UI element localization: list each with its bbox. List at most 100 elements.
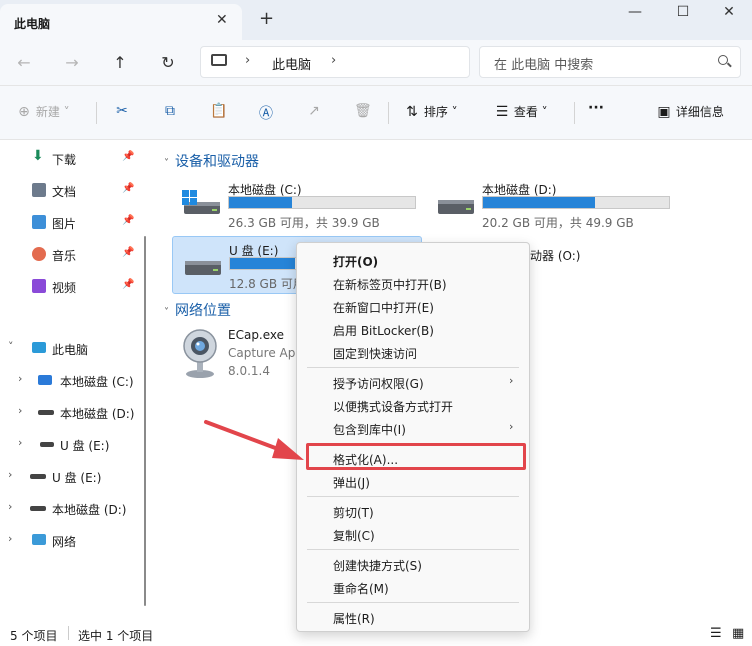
sidebar-item-label: U 盘 (E:) bbox=[60, 439, 110, 453]
sidebar-item-documents[interactable]: 文档 📌 bbox=[0, 178, 140, 202]
close-window-button[interactable]: ✕ bbox=[706, 4, 752, 24]
drive-usage-fill bbox=[229, 197, 293, 208]
menu-item-properties[interactable]: 属性(R) bbox=[297, 606, 529, 628]
menu-item-open-new-tab[interactable]: 在新标签页中打开(B) bbox=[297, 272, 529, 294]
menu-item-label: 创建快捷方式(S) bbox=[333, 559, 422, 573]
delete-icon[interactable]: 🗑 bbox=[354, 103, 372, 123]
chevron-down-icon: ˅ bbox=[63, 105, 70, 119]
navigation-pane: ⬇ 下载 📌 文档 📌 图片 📌 音乐 📌 视频 📌 ˅ 此电脑 › 本地磁盘 … bbox=[0, 140, 146, 622]
new-button[interactable]: ⊕ 新建 ˅ bbox=[16, 103, 70, 123]
new-tab-button[interactable]: + bbox=[259, 10, 274, 28]
view-button[interactable]: ☰ 查看 ˅ bbox=[494, 103, 548, 123]
sidebar-item-drive-c[interactable]: › 本地磁盘 (C:) bbox=[0, 368, 140, 392]
chevron-down-icon: ˅ bbox=[451, 105, 458, 119]
menu-item-rename[interactable]: 重命名(M) bbox=[297, 576, 529, 598]
chevron-right-icon[interactable]: › bbox=[8, 500, 12, 513]
document-icon bbox=[32, 183, 46, 197]
paste-icon[interactable]: 📋 bbox=[210, 103, 227, 123]
computer-icon bbox=[211, 54, 227, 66]
menu-item-bitlocker[interactable]: 启用 BitLocker(B) bbox=[297, 318, 529, 340]
sidebar-item-network[interactable]: › 网络 bbox=[0, 528, 140, 552]
sidebar-item-music[interactable]: 音乐 📌 bbox=[0, 242, 140, 266]
details-button[interactable]: ▣ 详细信息 bbox=[656, 103, 723, 123]
sidebar-item-videos[interactable]: 视频 📌 bbox=[0, 274, 140, 298]
drive-tile-d[interactable]: 本地磁盘 (D:) 20.2 GB 可用，共 49.9 GB bbox=[426, 176, 676, 234]
windows-drive-icon bbox=[38, 375, 52, 385]
webcam-icon bbox=[183, 329, 217, 378]
sidebar-item-usb-e[interactable]: › U 盘 (E:) bbox=[0, 432, 140, 456]
breadcrumb-separator[interactable]: › bbox=[331, 53, 336, 68]
menu-separator bbox=[307, 367, 519, 368]
pin-icon: 📌 bbox=[122, 279, 135, 290]
rename-icon[interactable]: Ⓐ bbox=[258, 103, 274, 123]
sort-icon: ⇅ bbox=[406, 104, 418, 120]
cut-icon[interactable]: ✂ bbox=[114, 103, 130, 123]
menu-item-label: 固定到快速访问 bbox=[333, 347, 418, 361]
menu-item-cut[interactable]: 剪切(T) bbox=[297, 500, 529, 522]
menu-item-label: 重命名(M) bbox=[333, 582, 389, 596]
drive-space-info: 20.2 GB 可用，共 49.9 GB bbox=[482, 216, 634, 230]
menu-item-label: 在新标签页中打开(B) bbox=[333, 278, 447, 292]
sort-button[interactable]: ⇅ 排序 ˅ bbox=[404, 103, 458, 123]
back-button[interactable]: ← bbox=[12, 52, 36, 74]
chevron-down-icon: ˅ bbox=[164, 307, 169, 318]
up-button[interactable]: ↑ bbox=[108, 52, 132, 74]
chevron-right-icon[interactable]: › bbox=[18, 404, 22, 417]
sidebar-item-label: 文档 bbox=[52, 185, 77, 199]
refresh-button[interactable]: ↻ bbox=[156, 52, 180, 74]
sidebar-item-pictures[interactable]: 图片 📌 bbox=[0, 210, 140, 234]
sidebar-item-label: 本地磁盘 (D:) bbox=[52, 503, 127, 517]
windows-drive-icon bbox=[182, 190, 220, 214]
menu-item-label: 包含到库中(I) bbox=[333, 423, 406, 437]
menu-item-pin-quick-access[interactable]: 固定到快速访问 bbox=[297, 341, 529, 363]
menu-item-open-new-window[interactable]: 在新窗口中打开(E) bbox=[297, 295, 529, 317]
tab-this-pc[interactable]: 此电脑 ✕ bbox=[0, 4, 242, 40]
chevron-right-icon[interactable]: › bbox=[18, 436, 22, 449]
chevron-down-icon[interactable]: ˅ bbox=[8, 340, 14, 353]
chevron-right-icon[interactable]: › bbox=[8, 468, 12, 481]
sidebar-item-this-pc[interactable]: ˅ 此电脑 bbox=[0, 336, 140, 360]
details-pane-icon: ▣ bbox=[657, 104, 671, 120]
pin-icon: 📌 bbox=[122, 183, 135, 194]
group-header-network[interactable]: ˅ 网络位置 bbox=[164, 300, 231, 320]
copy-icon[interactable]: ⧉ bbox=[162, 103, 178, 123]
chevron-right-icon[interactable]: › bbox=[18, 372, 22, 385]
menu-item-copy[interactable]: 复制(C) bbox=[297, 523, 529, 545]
drive-tile-o-label[interactable]: 动器 (O:) bbox=[530, 247, 580, 264]
menu-item-give-access[interactable]: 授予访问权限(G) › bbox=[297, 371, 529, 393]
menu-item-open-portable[interactable]: 以便携式设备方式打开 bbox=[297, 394, 529, 416]
sidebar-item-usb-e[interactable]: › U 盘 (E:) bbox=[0, 464, 140, 488]
sidebar-scrollbar[interactable] bbox=[144, 236, 146, 606]
annotation-arrow bbox=[204, 420, 304, 460]
share-icon[interactable]: ↗ bbox=[306, 103, 322, 123]
maximize-button[interactable]: ☐ bbox=[660, 4, 706, 24]
minimize-button[interactable]: — bbox=[612, 4, 658, 24]
address-bar[interactable]: › 此电脑 › bbox=[200, 46, 470, 78]
details-view-icon[interactable]: ☰ bbox=[710, 626, 722, 641]
search-input[interactable]: 在 此电脑 中搜索 bbox=[479, 46, 741, 78]
menu-item-create-shortcut[interactable]: 创建快捷方式(S) bbox=[297, 553, 529, 575]
breadcrumb-this-pc[interactable]: 此电脑 bbox=[272, 54, 311, 73]
group-header-devices[interactable]: ˅ 设备和驱动器 bbox=[164, 151, 259, 171]
tab-title: 此电脑 bbox=[14, 17, 51, 31]
menu-item-include-library[interactable]: 包含到库中(I) › bbox=[297, 417, 529, 439]
tab-close-icon[interactable]: ✕ bbox=[216, 12, 228, 28]
pin-icon: 📌 bbox=[122, 151, 135, 162]
drive-space-info: 26.3 GB 可用，共 39.9 GB bbox=[228, 216, 380, 230]
drive-tile-c[interactable]: 本地磁盘 (C:) 26.3 GB 可用，共 39.9 GB bbox=[172, 176, 422, 234]
chevron-right-icon[interactable]: › bbox=[8, 532, 12, 545]
forward-button[interactable]: → bbox=[60, 52, 84, 74]
sidebar-item-drive-d[interactable]: › 本地磁盘 (D:) bbox=[0, 400, 140, 424]
more-options-button[interactable]: ··· bbox=[588, 100, 604, 120]
sidebar-item-downloads[interactable]: ⬇ 下载 📌 bbox=[0, 146, 140, 170]
pin-icon: 📌 bbox=[122, 247, 135, 258]
menu-item-open[interactable]: 打开(O) bbox=[297, 249, 529, 271]
sidebar-item-drive-d[interactable]: › 本地磁盘 (D:) bbox=[0, 496, 140, 520]
menu-item-eject[interactable]: 弹出(J) bbox=[297, 470, 529, 492]
breadcrumb-separator[interactable]: › bbox=[245, 53, 250, 68]
drive-icon bbox=[30, 474, 46, 479]
tiles-view-icon[interactable]: ▦ bbox=[732, 626, 744, 641]
download-icon: ⬇ bbox=[32, 148, 44, 164]
navigation-bar: ← → ↑ ↻ › 此电脑 › 在 此电脑 中搜索 bbox=[0, 40, 752, 86]
new-label: 新建 bbox=[35, 105, 60, 119]
